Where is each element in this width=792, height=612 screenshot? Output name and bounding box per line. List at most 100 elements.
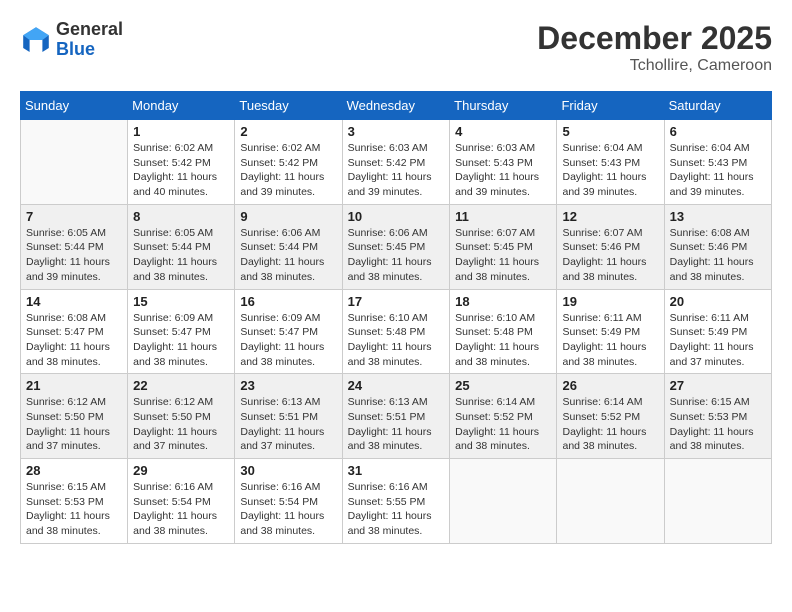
day-number: 27	[670, 378, 766, 393]
day-number: 5	[562, 124, 658, 139]
day-number: 26	[562, 378, 658, 393]
day-number: 20	[670, 294, 766, 309]
calendar-table: SundayMondayTuesdayWednesdayThursdayFrid…	[20, 91, 772, 544]
weekday-header-row: SundayMondayTuesdayWednesdayThursdayFrid…	[21, 92, 772, 120]
calendar-cell: 24 Sunrise: 6:13 AM Sunset: 5:51 PM Dayli…	[342, 374, 450, 459]
calendar-week-row: 14Sunrise: 6:08 AM Sunset: 5:47 PM Dayli…	[21, 289, 772, 374]
calendar-cell: 31Sunrise: 6:16 AM Sunset: 5:55 PM Dayli…	[342, 459, 450, 544]
calendar-cell: 21 Sunrise: 6:12 AM Sunset: 5:50 PM Dayli…	[21, 374, 128, 459]
day-info: Sunrise: 6:16 AM Sunset: 5:55 PM Dayligh…	[348, 480, 445, 539]
day-info: Sunrise: 6:04 AM Sunset: 5:43 PM Dayligh…	[562, 141, 658, 200]
day-info: Sunrise: 6:12 AM Sunset: 5:50 PM Dayligh…	[133, 395, 229, 454]
day-number: 1	[133, 124, 229, 139]
calendar-cell: 27Sunrise: 6:15 AM Sunset: 5:53 PM Dayli…	[664, 374, 771, 459]
calendar-cell: 11 Sunrise: 6:07 AM Sunset: 5:45 PM Dayli…	[450, 204, 557, 289]
day-info: Sunrise: 6:05 AM Sunset: 5:44 PM Dayligh…	[133, 226, 229, 285]
calendar-cell: 8 Sunrise: 6:05 AM Sunset: 5:44 PM Daylig…	[128, 204, 235, 289]
day-info: Sunrise: 6:11 AM Sunset: 5:49 PM Dayligh…	[670, 311, 766, 370]
weekday-header-friday: Friday	[557, 92, 664, 120]
calendar-cell	[557, 459, 664, 544]
day-info: Sunrise: 6:16 AM Sunset: 5:54 PM Dayligh…	[240, 480, 336, 539]
month-title: December 2025	[537, 20, 772, 57]
calendar-cell: 1 Sunrise: 6:02 AM Sunset: 5:42 PM Daylig…	[128, 120, 235, 205]
day-number: 25	[455, 378, 551, 393]
calendar-week-row: 1 Sunrise: 6:02 AM Sunset: 5:42 PM Daylig…	[21, 120, 772, 205]
day-number: 9	[240, 209, 336, 224]
day-info: Sunrise: 6:07 AM Sunset: 5:45 PM Dayligh…	[455, 226, 551, 285]
calendar-cell: 25 Sunrise: 6:14 AM Sunset: 5:52 PM Dayli…	[450, 374, 557, 459]
day-info: Sunrise: 6:14 AM Sunset: 5:52 PM Dayligh…	[562, 395, 658, 454]
calendar-cell: 12 Sunrise: 6:07 AM Sunset: 5:46 PM Dayli…	[557, 204, 664, 289]
day-info: Sunrise: 6:07 AM Sunset: 5:46 PM Dayligh…	[562, 226, 658, 285]
day-info: Sunrise: 6:08 AM Sunset: 5:46 PM Dayligh…	[670, 226, 766, 285]
calendar-cell: 13 Sunrise: 6:08 AM Sunset: 5:46 PM Dayli…	[664, 204, 771, 289]
day-number: 4	[455, 124, 551, 139]
day-info: Sunrise: 6:16 AM Sunset: 5:54 PM Dayligh…	[133, 480, 229, 539]
calendar-cell: 6Sunrise: 6:04 AM Sunset: 5:43 PM Daylig…	[664, 120, 771, 205]
logo-text: General Blue	[56, 20, 123, 60]
weekday-header-thursday: Thursday	[450, 92, 557, 120]
calendar-cell	[21, 120, 128, 205]
logo: General Blue	[20, 20, 123, 60]
weekday-header-monday: Monday	[128, 92, 235, 120]
day-info: Sunrise: 6:14 AM Sunset: 5:52 PM Dayligh…	[455, 395, 551, 454]
day-number: 10	[348, 209, 445, 224]
calendar-cell: 5 Sunrise: 6:04 AM Sunset: 5:43 PM Daylig…	[557, 120, 664, 205]
day-number: 11	[455, 209, 551, 224]
day-number: 22	[133, 378, 229, 393]
day-number: 23	[240, 378, 336, 393]
day-info: Sunrise: 6:13 AM Sunset: 5:51 PM Dayligh…	[348, 395, 445, 454]
calendar-cell: 28Sunrise: 6:15 AM Sunset: 5:53 PM Dayli…	[21, 459, 128, 544]
calendar-cell: 7 Sunrise: 6:05 AM Sunset: 5:44 PM Daylig…	[21, 204, 128, 289]
calendar-cell: 20 Sunrise: 6:11 AM Sunset: 5:49 PM Dayli…	[664, 289, 771, 374]
day-number: 29	[133, 463, 229, 478]
calendar-cell: 18 Sunrise: 6:10 AM Sunset: 5:48 PM Dayli…	[450, 289, 557, 374]
day-number: 8	[133, 209, 229, 224]
logo-icon	[20, 24, 52, 56]
day-info: Sunrise: 6:10 AM Sunset: 5:48 PM Dayligh…	[348, 311, 445, 370]
day-number: 21	[26, 378, 122, 393]
calendar-week-row: 28Sunrise: 6:15 AM Sunset: 5:53 PM Dayli…	[21, 459, 772, 544]
day-info: Sunrise: 6:02 AM Sunset: 5:42 PM Dayligh…	[133, 141, 229, 200]
page-header: General Blue December 2025 Tchollire, Ca…	[20, 20, 772, 75]
calendar-cell: 30 Sunrise: 6:16 AM Sunset: 5:54 PM Dayli…	[235, 459, 342, 544]
calendar-cell: 9 Sunrise: 6:06 AM Sunset: 5:44 PM Daylig…	[235, 204, 342, 289]
weekday-header-wednesday: Wednesday	[342, 92, 450, 120]
calendar-week-row: 21 Sunrise: 6:12 AM Sunset: 5:50 PM Dayli…	[21, 374, 772, 459]
day-number: 12	[562, 209, 658, 224]
day-number: 17	[348, 294, 445, 309]
calendar-cell: 4 Sunrise: 6:03 AM Sunset: 5:43 PM Daylig…	[450, 120, 557, 205]
calendar-cell: 14Sunrise: 6:08 AM Sunset: 5:47 PM Dayli…	[21, 289, 128, 374]
calendar-cell: 19Sunrise: 6:11 AM Sunset: 5:49 PM Dayli…	[557, 289, 664, 374]
day-info: Sunrise: 6:03 AM Sunset: 5:43 PM Dayligh…	[455, 141, 551, 200]
day-info: Sunrise: 6:02 AM Sunset: 5:42 PM Dayligh…	[240, 141, 336, 200]
calendar-cell: 2 Sunrise: 6:02 AM Sunset: 5:42 PM Daylig…	[235, 120, 342, 205]
day-number: 2	[240, 124, 336, 139]
day-info: Sunrise: 6:08 AM Sunset: 5:47 PM Dayligh…	[26, 311, 122, 370]
day-info: Sunrise: 6:15 AM Sunset: 5:53 PM Dayligh…	[26, 480, 122, 539]
calendar-cell: 15 Sunrise: 6:09 AM Sunset: 5:47 PM Dayli…	[128, 289, 235, 374]
calendar-cell	[450, 459, 557, 544]
day-info: Sunrise: 6:09 AM Sunset: 5:47 PM Dayligh…	[133, 311, 229, 370]
weekday-header-tuesday: Tuesday	[235, 92, 342, 120]
day-number: 13	[670, 209, 766, 224]
day-info: Sunrise: 6:11 AM Sunset: 5:49 PM Dayligh…	[562, 311, 658, 370]
day-info: Sunrise: 6:06 AM Sunset: 5:44 PM Dayligh…	[240, 226, 336, 285]
day-info: Sunrise: 6:04 AM Sunset: 5:43 PM Dayligh…	[670, 141, 766, 200]
day-info: Sunrise: 6:03 AM Sunset: 5:42 PM Dayligh…	[348, 141, 445, 200]
day-info: Sunrise: 6:13 AM Sunset: 5:51 PM Dayligh…	[240, 395, 336, 454]
day-number: 7	[26, 209, 122, 224]
calendar-cell	[664, 459, 771, 544]
calendar-cell: 3Sunrise: 6:03 AM Sunset: 5:42 PM Daylig…	[342, 120, 450, 205]
day-info: Sunrise: 6:05 AM Sunset: 5:44 PM Dayligh…	[26, 226, 122, 285]
weekday-header-saturday: Saturday	[664, 92, 771, 120]
day-info: Sunrise: 6:10 AM Sunset: 5:48 PM Dayligh…	[455, 311, 551, 370]
day-number: 15	[133, 294, 229, 309]
calendar-cell: 10Sunrise: 6:06 AM Sunset: 5:45 PM Dayli…	[342, 204, 450, 289]
day-number: 18	[455, 294, 551, 309]
calendar-cell: 29 Sunrise: 6:16 AM Sunset: 5:54 PM Dayli…	[128, 459, 235, 544]
day-info: Sunrise: 6:12 AM Sunset: 5:50 PM Dayligh…	[26, 395, 122, 454]
day-number: 30	[240, 463, 336, 478]
day-info: Sunrise: 6:09 AM Sunset: 5:47 PM Dayligh…	[240, 311, 336, 370]
day-number: 24	[348, 378, 445, 393]
